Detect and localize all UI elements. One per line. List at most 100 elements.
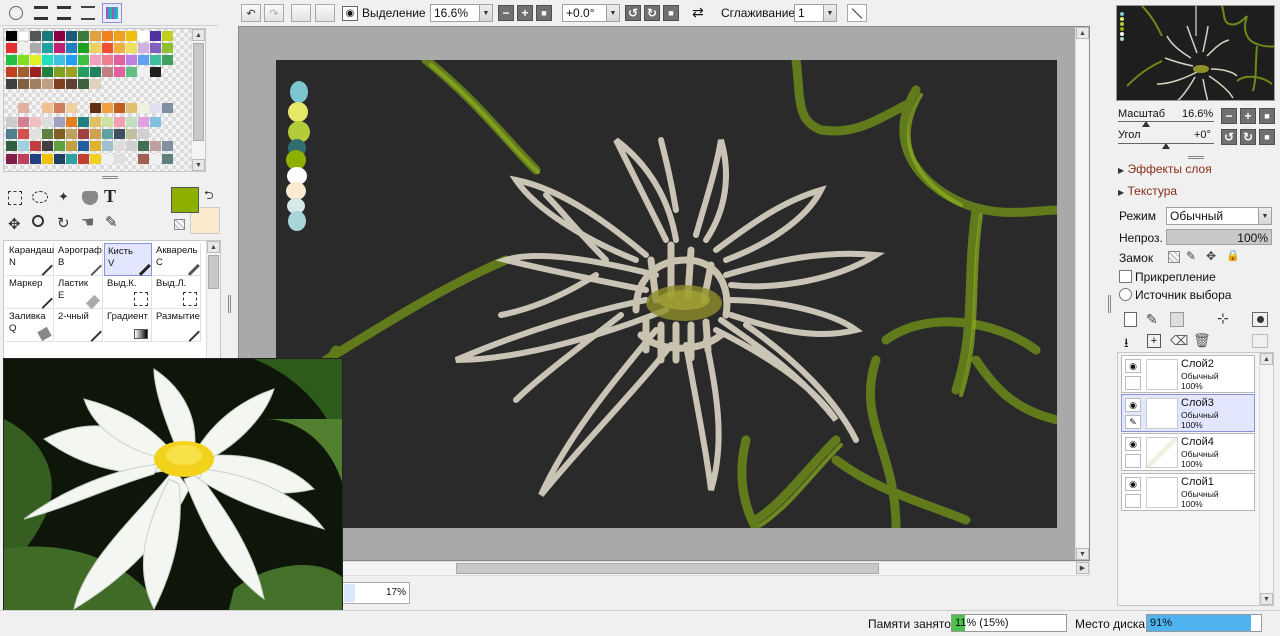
tool-select-pen[interactable]: Выд.К. (104, 276, 152, 309)
opacity-slider[interactable]: 100% (1166, 229, 1272, 245)
scale-slider-thumb[interactable] (1142, 121, 1150, 127)
zoom-select[interactable]: 16.6% ▼ (430, 4, 493, 22)
nav-zoom-reset-button[interactable]: ■ (1259, 108, 1275, 124)
deselect-button[interactable] (291, 4, 311, 22)
nav-rotate-left-button[interactable]: ↺ (1221, 129, 1237, 145)
tool-brush[interactable]: Кисть V (104, 243, 152, 276)
navigator-preview[interactable] (1116, 5, 1275, 101)
lock-paint-icon[interactable]: ✎ (1186, 249, 1196, 263)
clear-layer-icon[interactable]: ⌫ (1170, 333, 1188, 349)
layer-row[interactable]: ◉ Слой1 Обычный 100% (1121, 473, 1255, 511)
zoom-in-button[interactable]: + (517, 5, 533, 21)
visibility-eye-icon[interactable]: ◉ (1125, 359, 1141, 373)
select-pen-icon[interactable] (82, 191, 98, 205)
nav-zoom-in-button[interactable]: + (1240, 108, 1256, 124)
visibility-eye-icon[interactable]: ◉ (1125, 398, 1141, 412)
rotate-icon[interactable]: ↻ (57, 214, 70, 232)
canvas[interactable] (276, 60, 1057, 528)
flip-horizontal-icon[interactable]: ⇄ (692, 4, 704, 21)
swatch-scroll-thumb[interactable] (193, 43, 204, 141)
visibility-eye-icon[interactable]: ◉ (1125, 477, 1141, 491)
lock-all-icon[interactable]: 🔒 (1226, 249, 1240, 262)
tool-airbrush[interactable]: Аэрограф B (55, 243, 103, 276)
layer-row-selected[interactable]: ◉ ✎ Слой3 Обычный 100% (1121, 394, 1255, 432)
color-wheel-tab-icon[interactable] (9, 6, 23, 20)
tool-binary[interactable]: 2-чный (55, 309, 103, 342)
scale-slider[interactable] (1118, 121, 1214, 127)
magic-wand-icon[interactable]: ✦ (58, 189, 74, 205)
panel-splitter-right[interactable] (1188, 156, 1204, 159)
canvas-horizontal-scrollbar[interactable]: ▶ (342, 561, 1090, 576)
right-panel-splitter[interactable] (1106, 0, 1114, 610)
swap-colors-icon[interactable]: ⮌ (204, 186, 214, 207)
canvas-vertical-scrollbar[interactable]: ▲ ▼ (1075, 27, 1089, 560)
hand-icon[interactable]: ☚ (81, 213, 94, 231)
rect-select-icon[interactable] (8, 191, 22, 205)
tool-pencil[interactable]: Карандаш N (6, 243, 54, 276)
layer-mask-icon[interactable] (1252, 312, 1268, 327)
swatch-grid[interactable] (4, 29, 204, 172)
apply-mask-icon[interactable] (1252, 334, 1268, 348)
texture-section[interactable]: ▶ Текстура (1118, 184, 1177, 198)
layer-lock-box[interactable] (1125, 376, 1141, 390)
move-icon[interactable]: ✥ (8, 215, 21, 233)
angle-select[interactable]: +0.0° ▼ (562, 4, 620, 22)
undo-button[interactable]: ↶ (241, 4, 261, 22)
tool-marker[interactable]: Маркер (6, 276, 54, 309)
nav-zoom-out-button[interactable]: − (1221, 108, 1237, 124)
primary-color[interactable] (171, 187, 199, 213)
zoom-icon[interactable] (32, 215, 44, 227)
document-tab[interactable]: 17% (342, 582, 410, 604)
swatches-tab-icon[interactable] (102, 3, 122, 23)
tool-blur[interactable]: Размытие (153, 309, 201, 342)
clipping-checkbox[interactable] (1119, 270, 1132, 283)
rotate-right-button[interactable]: ↻ (644, 5, 660, 21)
nav-rotate-reset-button[interactable]: ■ (1259, 129, 1275, 145)
rgb-sliders-tab-icon[interactable] (34, 6, 48, 20)
canvas-scroll-thumb[interactable] (456, 563, 879, 574)
layer-lock-box[interactable] (1125, 454, 1141, 468)
redo-button[interactable]: ↷ (264, 4, 284, 22)
reference-photo[interactable] (3, 358, 343, 628)
eyedropper-icon[interactable]: ✎ (105, 213, 118, 231)
mixer-tab-icon[interactable] (81, 6, 95, 20)
swatch-scrollbar[interactable]: ▲ ▼ (191, 29, 205, 171)
blend-mode-select[interactable]: Обычный ▼ (1166, 207, 1272, 225)
zoom-reset-button[interactable]: ■ (536, 5, 552, 21)
hsv-sliders-tab-icon[interactable] (57, 6, 71, 20)
tool-fill[interactable]: Заливка Q (6, 309, 54, 342)
tool-select-eraser[interactable]: Выд.Л. (153, 276, 201, 309)
angle-slider[interactable] (1118, 143, 1214, 149)
lock-transparency-icon[interactable] (1168, 251, 1180, 263)
new-vector-layer-icon[interactable]: ✎ (1146, 311, 1158, 328)
selection-visibility-toggle[interactable]: ◉ Выделение (342, 4, 430, 22)
new-layer-icon[interactable] (1124, 312, 1137, 327)
smoothing-select[interactable]: 1 ▼ (794, 4, 837, 22)
layer-effects-section[interactable]: ▶ Эффекты слоя (1118, 162, 1212, 176)
rotate-reset-button[interactable]: ■ (663, 5, 679, 21)
panel-splitter-left[interactable] (102, 176, 118, 179)
transparent-color-icon[interactable] (174, 219, 185, 230)
zoom-out-button[interactable]: − (498, 5, 514, 21)
layer-list-scrollbar[interactable]: ▲ ▼ (1259, 353, 1273, 605)
tool-watercolor[interactable]: Акварель C (153, 243, 201, 276)
layer-row[interactable]: ◉ Слой4 Обычный 100% (1121, 433, 1255, 471)
merge-visible-icon[interactable]: + (1147, 334, 1161, 348)
layer-lock-box[interactable] (1125, 494, 1141, 508)
transform-icon[interactable]: ⊹ (1217, 310, 1229, 327)
tool-eraser[interactable]: Ластик E (55, 276, 103, 310)
layer-row[interactable]: ◉ Слой2 Обычный 100% (1121, 355, 1255, 393)
selection-source-radio[interactable] (1119, 288, 1132, 301)
brush-edit-icon[interactable]: ✎ (1125, 415, 1141, 429)
canvas-viewport[interactable]: ▲ ▼ (238, 26, 1090, 561)
visibility-eye-icon[interactable]: ◉ (1125, 437, 1141, 451)
lock-move-icon[interactable]: ✥ (1206, 249, 1216, 263)
rotate-left-button[interactable]: ↺ (625, 5, 641, 21)
text-tool-icon[interactable]: T (104, 186, 116, 207)
angle-slider-thumb[interactable] (1162, 143, 1170, 149)
invert-selection-button[interactable] (315, 4, 335, 22)
tool-list-scrollbar[interactable]: ▲ (206, 241, 220, 359)
new-folder-icon[interactable] (1170, 312, 1184, 327)
line-tool-button[interactable] (847, 4, 867, 22)
tool-gradient[interactable]: Градиент (104, 309, 152, 342)
